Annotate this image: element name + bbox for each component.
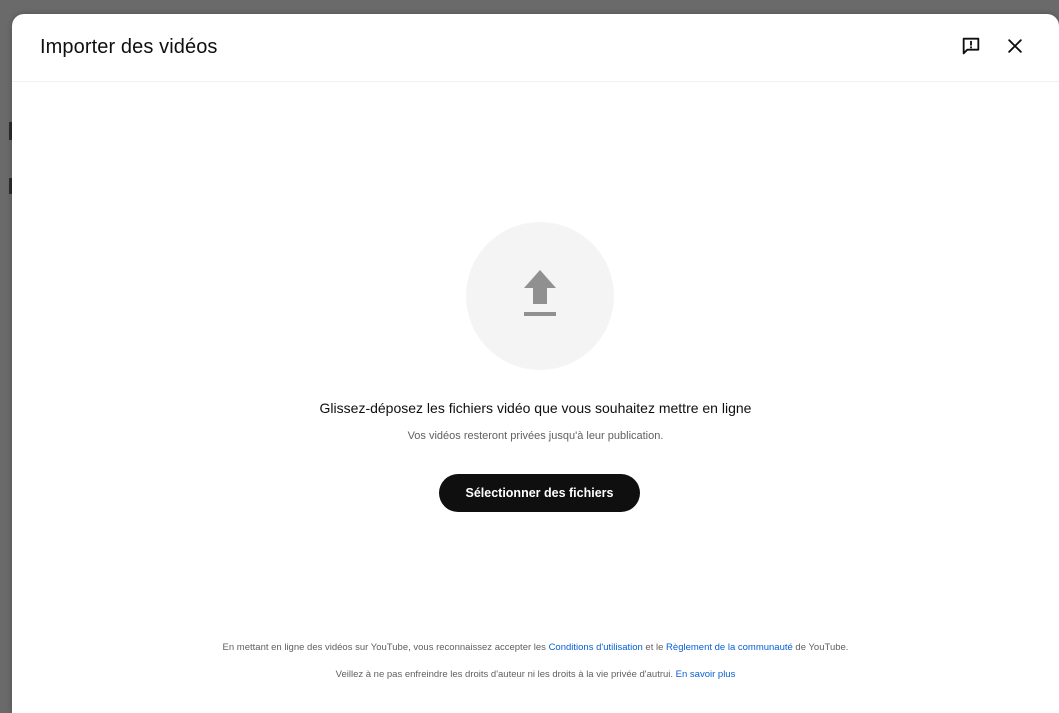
community-guidelines-link[interactable]: Règlement de la communauté <box>666 642 793 653</box>
select-files-button[interactable]: Sélectionner des fichiers <box>439 474 640 512</box>
terms-notice-text: En mettant en ligne des vidéos sur YouTu… <box>222 642 549 653</box>
feedback-button[interactable] <box>957 34 985 62</box>
drop-instructions: Glissez-déposez les fichiers vidéo que v… <box>319 400 752 416</box>
upload-drop-zone[interactable] <box>466 222 614 370</box>
terms-notice-text: de YouTube. <box>792 642 849 653</box>
privacy-note: Vos vidéos resteront privées jusqu'à leu… <box>407 430 664 442</box>
upload-arrow-icon <box>510 262 570 331</box>
learn-more-link[interactable]: En savoir plus <box>676 669 736 680</box>
close-icon <box>1005 36 1025 61</box>
dialog-title: Importer des vidéos <box>40 36 218 58</box>
copyright-notice-text: Veillez à ne pas enfreindre les droits d… <box>335 669 676 680</box>
terms-of-service-link[interactable]: Conditions d'utilisation <box>549 642 643 653</box>
close-button[interactable] <box>1001 34 1029 62</box>
terms-notice-text: et le <box>642 642 667 653</box>
dialog-header: Importer des vidéos <box>12 14 1059 82</box>
terms-notice: En mettant en ligne des vidéos sur YouTu… <box>12 642 1059 653</box>
feedback-icon <box>960 35 982 62</box>
upload-dialog: Importer des vidéos Glissez-déposez les … <box>12 14 1059 713</box>
copyright-notice: Veillez à ne pas enfreindre les droits d… <box>12 669 1059 680</box>
